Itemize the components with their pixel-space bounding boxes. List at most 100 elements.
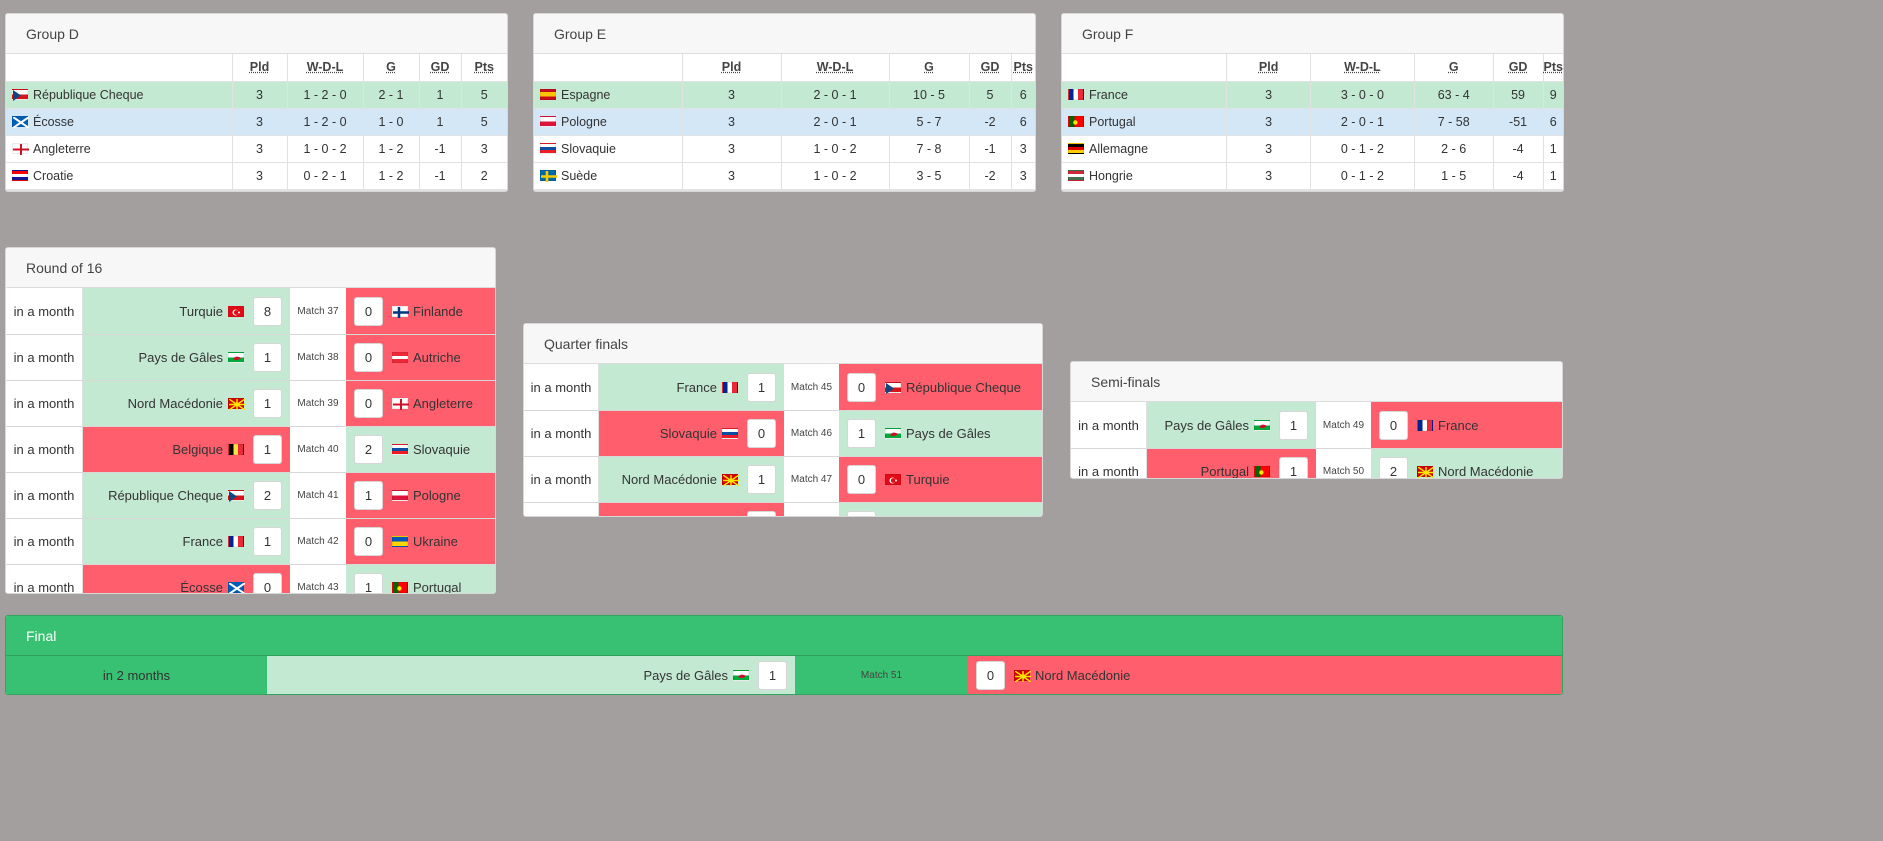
standings-row: France 3 3 - 0 - 0 63 - 4 59 9 (1062, 80, 1563, 109)
away-score-input[interactable]: 0 (976, 660, 1005, 690)
away-score-input[interactable]: 1 (847, 511, 876, 516)
away-team[interactable]: 1 Pologne (346, 473, 495, 518)
away-score-input[interactable]: 1 (847, 419, 876, 448)
goal-difference-cell: -2 (968, 107, 1012, 136)
match-time: in a month (6, 519, 83, 564)
played-cell: 3 (1226, 161, 1312, 190)
away-team[interactable]: 1 Pays de Gâles (839, 411, 1042, 456)
goals-cell: 63 - 4 (1413, 80, 1494, 109)
away-score-input[interactable]: 0 (847, 465, 876, 494)
team-name: Pologne (561, 114, 607, 129)
points-cell: 1 (1542, 161, 1563, 190)
home-score-input[interactable]: 2 (253, 481, 282, 510)
goals-cell: 1 - 2 (362, 134, 420, 163)
home-team[interactable]: Pays de Gâles 1 (267, 656, 795, 694)
col-pts: Pts (460, 54, 507, 82)
away-score-input[interactable]: 0 (354, 343, 383, 372)
home-score-input[interactable]: 1 (253, 343, 282, 372)
played-cell: 3 (681, 80, 782, 109)
group-title: Group F (1062, 14, 1563, 54)
home-score-input[interactable]: 1 (253, 389, 282, 418)
home-score-input[interactable]: 1 (747, 372, 776, 402)
home-score-input[interactable]: 1 (253, 527, 282, 556)
home-score-input[interactable]: 0 (747, 419, 776, 448)
team-name: Nord Macédonie (621, 472, 717, 487)
team-name: France (1438, 417, 1479, 433)
round-title: Final (6, 616, 1562, 656)
team-name: Belgique (172, 442, 223, 457)
played-cell: 3 (681, 134, 782, 163)
away-team[interactable]: 0 Nord Macédonie (968, 656, 1562, 694)
team-name: Croatie (33, 168, 74, 183)
away-team[interactable]: 0 Turquie (839, 457, 1042, 502)
home-score-input[interactable]: 0 (747, 511, 776, 516)
standings-row: Portugal 3 2 - 0 - 17 - 58 -51 6 (1062, 107, 1563, 136)
close-icon[interactable]: × (534, 189, 1035, 191)
group-title: Group E (534, 14, 1035, 54)
away-score-input[interactable]: 1 (354, 573, 383, 593)
home-team[interactable]: Turquie 8 (83, 288, 290, 334)
home-team[interactable]: Belgique 1 (83, 427, 290, 472)
team-name: Slovaquie (561, 141, 616, 156)
match-number: Match 45 (784, 364, 839, 410)
group-table: Pld W-D-L G GD Pts France 3 3 - 0 - 0 63 - … (1062, 54, 1563, 190)
away-score-input[interactable]: 0 (354, 296, 383, 326)
home-team[interactable]: Portugal 1 (1147, 449, 1316, 478)
home-team[interactable]: République Cheque 2 (83, 473, 290, 518)
home-team[interactable]: France 1 (599, 364, 784, 410)
team-name: République Cheque (108, 488, 223, 503)
points-cell: 2 (460, 161, 507, 190)
away-score-input[interactable]: 2 (354, 435, 383, 464)
away-team[interactable]: 0 République Cheque (839, 364, 1042, 410)
away-score-input[interactable]: 0 (354, 527, 383, 556)
goals-cell: 5 - 7 (888, 107, 970, 136)
away-team[interactable]: 2 Nord Macédonie (1371, 449, 1562, 478)
home-team[interactable]: Nord Macédonie 1 (83, 381, 290, 426)
home-team[interactable]: Pays de Gâles 1 (1147, 402, 1316, 448)
away-score-input[interactable]: 0 (847, 372, 876, 402)
away-team[interactable]: 2 Slovaquie (346, 427, 495, 472)
home-team[interactable]: France 1 (83, 519, 290, 564)
col-gd: GD (968, 54, 1012, 82)
col-wdl: W-D-L (1310, 54, 1415, 82)
home-team[interactable]: Espagne0 (599, 503, 784, 516)
away-team[interactable]: 1Portugal (346, 565, 495, 593)
home-score-input[interactable]: 1 (747, 465, 776, 494)
away-score-input[interactable]: 2 (1379, 457, 1408, 478)
match-number: Match 48 (784, 503, 839, 516)
away-score-input[interactable]: 0 (354, 389, 383, 418)
home-score-input[interactable]: 1 (253, 435, 282, 464)
col-g: G (888, 54, 970, 82)
flag-wales-icon (228, 352, 244, 363)
col-gd: GD (418, 54, 462, 82)
col-pld: Pld (1226, 54, 1312, 82)
points-cell: 1 (1542, 134, 1563, 163)
standings-row: Slovaquie 3 1 - 0 - 27 - 8 -1 3 (534, 134, 1035, 163)
home-team[interactable]: Écosse 0 (83, 565, 290, 593)
home-team[interactable]: Pays de Gâles 1 (83, 335, 290, 380)
flag-north-macedonia-icon (722, 474, 739, 486)
away-team[interactable]: 0 Ukraine (346, 519, 495, 564)
standings-row: Hongrie 3 0 - 1 - 21 - 5 -4 1 (1062, 161, 1563, 190)
away-score-input[interactable]: 0 (1379, 410, 1408, 440)
home-score-input[interactable]: 8 (253, 296, 282, 326)
standings-row: Croatie 3 0 - 2 - 11 - 2 -1 2 (6, 161, 507, 190)
away-team[interactable]: 0 France (1371, 402, 1562, 448)
away-team[interactable]: 0 Angleterre (346, 381, 495, 426)
team-cell: Allemagne (1062, 134, 1228, 163)
group-title: Group D (6, 14, 507, 54)
home-score-input[interactable]: 1 (1279, 410, 1308, 440)
flag-turkey-icon (228, 305, 244, 317)
away-team[interactable]: 1Portugal (839, 503, 1042, 516)
home-score-input[interactable]: 1 (1279, 457, 1308, 478)
home-team[interactable]: Slovaquie 0 (599, 411, 784, 456)
played-cell: 3 (231, 134, 288, 163)
home-score-input[interactable]: 0 (253, 573, 282, 593)
home-score-input[interactable]: 1 (758, 660, 787, 690)
away-team[interactable]: 0 Finlande (346, 288, 495, 334)
away-score-input[interactable]: 1 (354, 481, 383, 510)
home-team[interactable]: Nord Macédonie 1 (599, 457, 784, 502)
close-icon[interactable]: × (1062, 189, 1563, 191)
close-icon[interactable]: × (6, 189, 507, 191)
away-team[interactable]: 0 Autriche (346, 335, 495, 380)
